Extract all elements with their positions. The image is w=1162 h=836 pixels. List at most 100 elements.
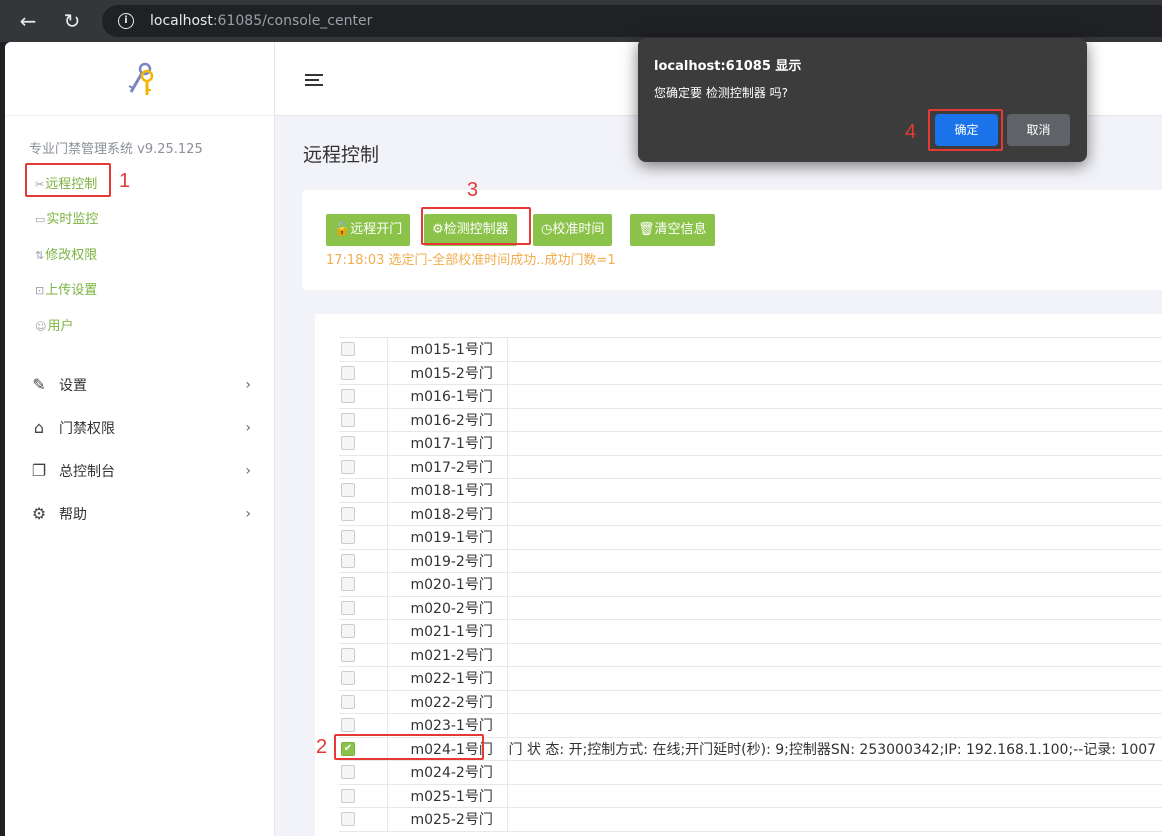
menu-help[interactable]: ⚙ 帮助 › [29,503,251,525]
door-info [506,525,1162,550]
reload-icon[interactable]: ↻ [60,9,84,33]
door-checkbox[interactable] [341,647,355,662]
door-info [506,337,1162,362]
calibrate-time-button[interactable]: ◷校准时间 [533,214,613,246]
door-info [506,783,1162,808]
door-name: m017-2号门 [386,454,508,479]
door-checkbox[interactable] [341,389,355,404]
url-text: localhost:61085/console_center [150,13,373,29]
door-checkbox[interactable] [341,342,355,357]
keys-logo-icon [128,62,154,95]
checkbox-cell [339,572,388,597]
checkbox-cell [339,525,388,550]
dialog-cancel-button[interactable]: 取消 [1007,114,1070,146]
dialog-title: localhost:61085 显示 [654,59,802,74]
sidebar-item-modify-permissions[interactable]: ⇅修改权限 [35,244,97,263]
table-row: m019-1号门 [339,525,1162,550]
door-checkbox[interactable] [341,530,355,545]
door-info [506,478,1162,503]
clock-icon: ◷ [541,222,553,237]
table-row: m021-2号门 [339,642,1162,667]
door-checkbox[interactable] [341,600,355,615]
door-name: m019-2号门 [386,548,508,573]
confirm-dialog: localhost:61085 显示 您确定要 检测控制器 吗? 确定 取消 [638,38,1087,162]
door-checkbox[interactable] [341,436,355,451]
door-info [506,713,1162,738]
door-info [506,595,1162,620]
table-row: m020-2号门 [339,595,1162,620]
clear-info-button[interactable]: 🗑清空信息 [630,214,715,246]
checkbox-cell [339,666,388,691]
monitor-icon: ▭ [35,213,46,226]
browser-toolbar: ← ↻ i localhost:61085/console_center [0,0,1162,42]
system-title: 专业门禁管理系统 v9.25.125 [29,142,203,157]
door-checkbox[interactable] [341,624,355,639]
sidebar-item-realtime-monitor[interactable]: ▭实时监控 [35,208,98,227]
annotation-box-4 [928,109,1003,151]
menu-settings[interactable]: ✎ 设置 › [29,374,251,396]
status-message: 17:18:03 选定门-全部校准时间成功..成功门数=1 [326,253,616,268]
door-info [506,689,1162,714]
menu-access-permissions[interactable]: ⌂ 门禁权限 › [29,417,251,439]
chevron-right-icon: › [245,463,251,479]
site-info-icon[interactable]: i [118,13,134,29]
checkbox-cell [339,360,388,385]
table-row: m022-2号门 [339,689,1162,714]
checkbox-cell [339,689,388,714]
door-checkbox[interactable] [341,553,355,568]
door-checkbox[interactable] [341,694,355,709]
door-name: m018-2号门 [386,501,508,526]
table-row: m015-1号门 [339,337,1162,362]
door-name: m015-1号门 [386,337,508,362]
logo-area [5,42,274,116]
door-checkbox[interactable] [341,365,355,380]
table-row: m016-2号门 [339,407,1162,432]
annotation-number-1: 1 [119,170,131,192]
door-name: m020-2号门 [386,595,508,620]
annotation-box-1 [25,163,111,197]
door-checkbox[interactable] [341,459,355,474]
menu-console[interactable]: ❐ 总控制台 › [29,460,251,482]
table-row: m021-1号门 [339,619,1162,644]
remote-open-door-button[interactable]: 🔓远程开门 [326,214,411,246]
back-arrow-icon[interactable]: ← [16,9,40,33]
table-row: m017-1号门 [339,431,1162,456]
door-checkbox[interactable] [341,506,355,521]
door-name: m016-2号门 [386,407,508,432]
door-checkbox[interactable] [341,788,355,803]
table-row: m024-2号门 [339,760,1162,785]
door-checkbox[interactable] [341,577,355,592]
door-checkbox[interactable] [341,671,355,686]
address-bar[interactable]: i localhost:61085/console_center [102,5,1162,37]
door-checkbox[interactable] [341,765,355,780]
table-row: m016-1号门 [339,384,1162,409]
table-row: m018-2号门 [339,501,1162,526]
checkbox-cell [339,595,388,620]
page-title: 远程控制 [303,144,380,166]
door-name: m021-1号门 [386,619,508,644]
home-icon: ⌂ [33,418,45,437]
unlock-icon: 🔓 [334,222,351,237]
annotation-number-3: 3 [467,179,479,201]
annotation-box-3 [421,207,531,245]
door-checkbox[interactable] [341,412,355,427]
pencil-icon: ✎ [32,375,46,394]
table-row: m018-1号门 [339,478,1162,503]
door-info [506,360,1162,385]
door-info [506,760,1162,785]
sidebar-item-upload-settings[interactable]: ⊡上传设置 [35,279,97,298]
door-info [506,572,1162,597]
table-row: m022-1号门 [339,666,1162,691]
hamburger-menu-icon[interactable] [305,74,323,86]
door-name: m018-1号门 [386,478,508,503]
checkbox-cell [339,501,388,526]
sidebar-item-users[interactable]: ☺用户 [35,315,73,334]
annotation-number-4: 4 [905,121,917,143]
table-row: m017-2号门 [339,454,1162,479]
checkbox-cell [339,337,388,362]
door-checkbox[interactable] [341,718,355,733]
door-checkbox[interactable] [341,812,355,827]
door-checkbox[interactable] [341,483,355,498]
door-name: m015-2号门 [386,360,508,385]
door-name: m025-1号门 [386,783,508,808]
